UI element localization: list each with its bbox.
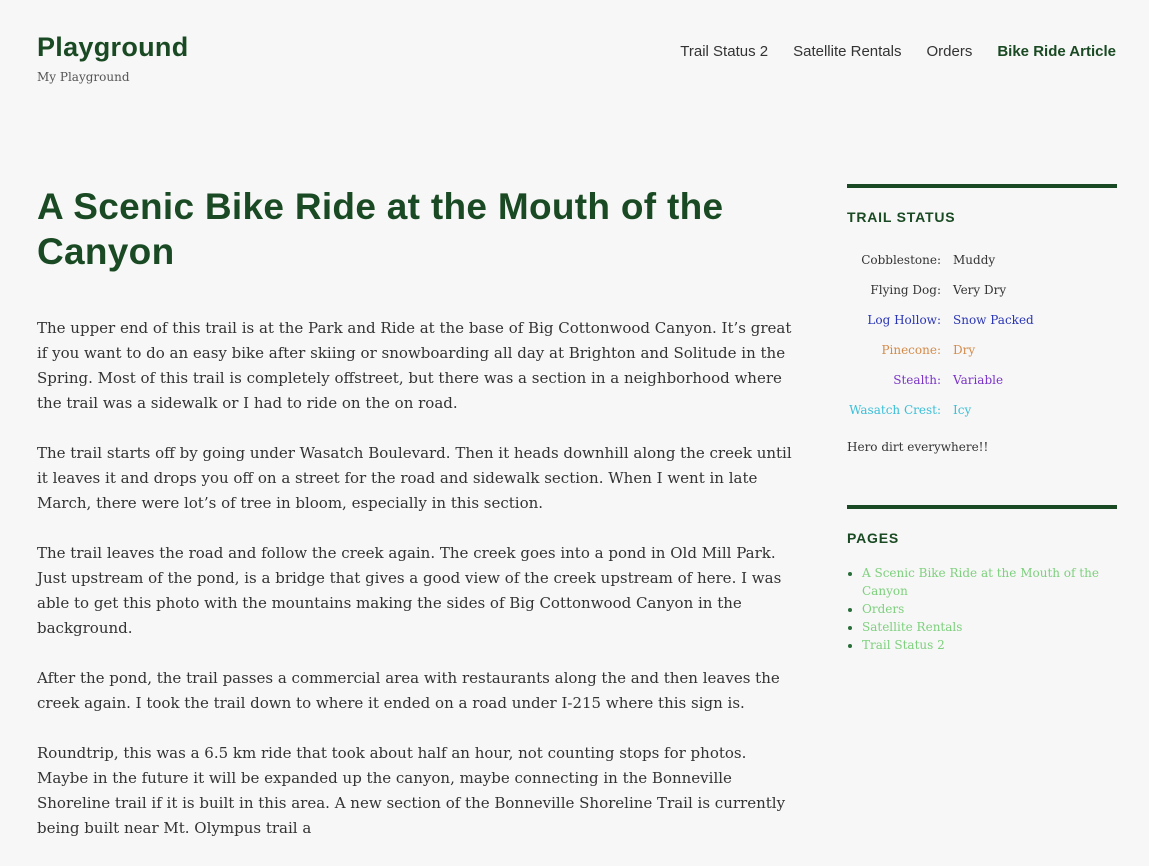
pages-widget: PAGES A Scenic Bike Ride at the Mouth of… bbox=[847, 505, 1117, 654]
nav-item-satellite-rentals[interactable]: Satellite Rentals bbox=[793, 43, 901, 60]
trail-name: Cobblestone: bbox=[861, 253, 941, 267]
trail-status-heading: TRAIL STATUS bbox=[847, 209, 956, 225]
nav-item-bike-ride-article[interactable]: Bike Ride Article bbox=[997, 43, 1116, 60]
list-item: Satellite Rentals bbox=[862, 618, 1117, 636]
list-item: Trail Status 2 bbox=[862, 636, 1117, 654]
trail-status-note: Hero dirt everywhere!! bbox=[847, 440, 989, 454]
page-link-satellite-rentals[interactable]: Satellite Rentals bbox=[862, 620, 962, 634]
trail-condition: Dry bbox=[953, 343, 976, 357]
trail-condition: Very Dry bbox=[953, 283, 1007, 297]
trail-status-row: Log Hollow: Snow Packed bbox=[847, 305, 1034, 335]
site-description: My Playground bbox=[37, 70, 130, 84]
article-paragraph: After the pond, the trail passes a comme… bbox=[37, 669, 780, 712]
trail-name: Stealth: bbox=[893, 373, 941, 387]
list-item: Orders bbox=[862, 600, 1117, 618]
trail-name: Pinecone: bbox=[881, 343, 941, 357]
page-link-orders[interactable]: Orders bbox=[862, 602, 904, 616]
trail-status-table: Cobblestone: Muddy Flying Dog: Very Dry … bbox=[847, 245, 1034, 425]
article-body: The upper end of this trail is at the Pa… bbox=[37, 316, 797, 841]
trail-status-row: Pinecone: Dry bbox=[847, 335, 1034, 365]
trail-condition: Icy bbox=[953, 403, 972, 417]
page-link-trail-status-2[interactable]: Trail Status 2 bbox=[862, 638, 945, 652]
main-content: A Scenic Bike Ride at the Mouth of the C… bbox=[37, 184, 797, 866]
trail-name: Log Hollow: bbox=[867, 313, 941, 327]
sidebar: TRAIL STATUS Cobblestone: Muddy Flying D… bbox=[847, 184, 1117, 654]
trail-name: Wasatch Crest: bbox=[849, 403, 941, 417]
article-title: A Scenic Bike Ride at the Mouth of the C… bbox=[37, 186, 724, 272]
article-paragraph: The upper end of this trail is at the Pa… bbox=[37, 319, 792, 412]
trail-status-row: Wasatch Crest: Icy bbox=[847, 395, 1034, 425]
nav-item-trail-status-2[interactable]: Trail Status 2 bbox=[680, 43, 768, 60]
trail-status-row: Cobblestone: Muddy bbox=[847, 245, 1034, 275]
article-paragraph: Roundtrip, this was a 6.5 km ride that t… bbox=[37, 744, 786, 837]
trail-status-row: Stealth: Variable bbox=[847, 365, 1034, 395]
trail-condition: Snow Packed bbox=[953, 313, 1034, 327]
site-title[interactable]: Playground bbox=[37, 32, 189, 63]
main-navigation: Trail Status 2 Satellite Rentals Orders … bbox=[680, 43, 1116, 60]
trail-status-widget: TRAIL STATUS Cobblestone: Muddy Flying D… bbox=[847, 184, 1117, 454]
trail-name: Flying Dog: bbox=[870, 283, 941, 297]
article-paragraph: The trail leaves the road and follow the… bbox=[37, 544, 782, 637]
pages-heading: PAGES bbox=[847, 530, 899, 546]
nav-item-orders[interactable]: Orders bbox=[927, 43, 973, 60]
trail-status-row: Flying Dog: Very Dry bbox=[847, 275, 1034, 305]
trail-condition: Muddy bbox=[953, 253, 996, 267]
list-item: A Scenic Bike Ride at the Mouth of the C… bbox=[862, 564, 1117, 600]
trail-condition: Variable bbox=[953, 373, 1004, 387]
article-paragraph: The trail starts off by going under Wasa… bbox=[37, 444, 792, 512]
page-link-bike-ride-article[interactable]: A Scenic Bike Ride at the Mouth of the C… bbox=[862, 566, 1099, 598]
pages-list: A Scenic Bike Ride at the Mouth of the C… bbox=[847, 564, 1117, 654]
